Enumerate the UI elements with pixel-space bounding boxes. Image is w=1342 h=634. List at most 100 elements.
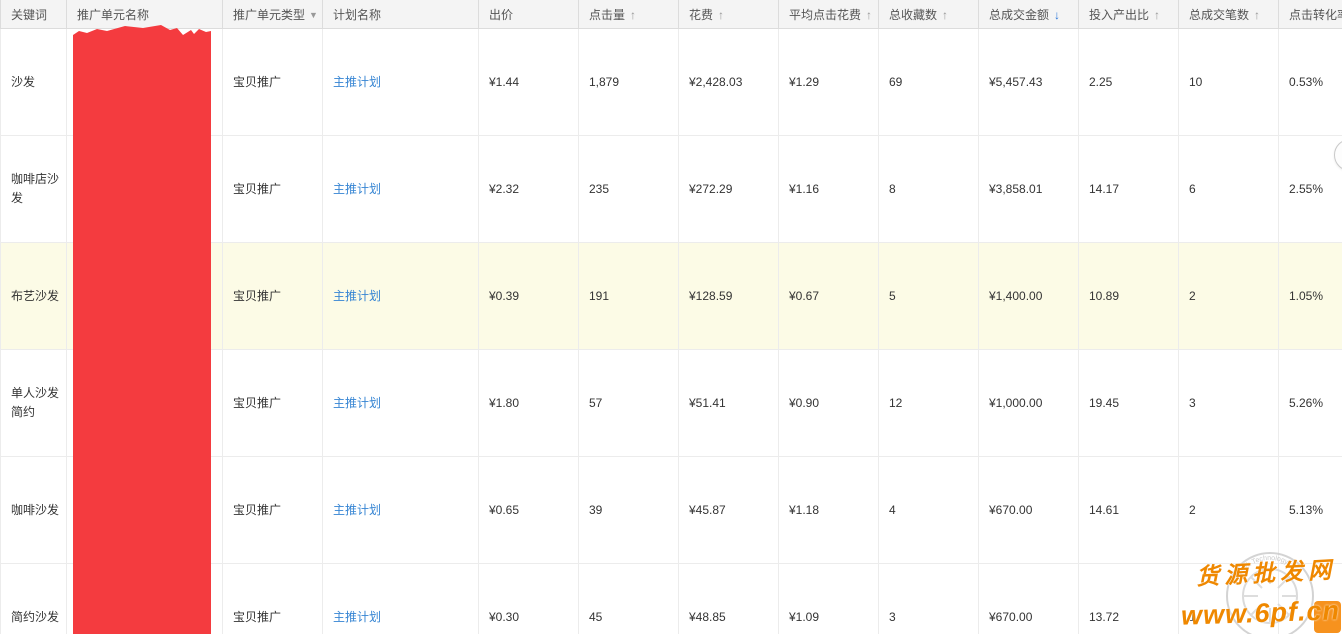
col-header-plan-name: 计划名称 bbox=[322, 0, 479, 29]
cell-cvr: 1.05% bbox=[1278, 242, 1342, 350]
col-header-gmv[interactable]: 总成交金额 ↓ bbox=[978, 0, 1079, 29]
cell-roi: 14.17 bbox=[1078, 135, 1179, 243]
col-label: 出价 bbox=[489, 7, 514, 22]
sort-asc-icon[interactable]: ↑ bbox=[866, 8, 872, 22]
cell-favorites: 12 bbox=[878, 349, 979, 457]
plan-link[interactable]: 主推计划 bbox=[333, 610, 381, 624]
col-label: 花费 bbox=[689, 7, 714, 22]
cell-roi: 19.45 bbox=[1078, 349, 1179, 457]
cell-gmv: ¥1,000.00 bbox=[978, 349, 1079, 457]
col-label: 关键词 bbox=[11, 7, 48, 22]
cell-spend: ¥51.41 bbox=[678, 349, 779, 457]
col-header-clicks[interactable]: 点击量 ↑ bbox=[578, 0, 679, 29]
cell-gmv: ¥1,400.00 bbox=[978, 242, 1079, 350]
cell-clicks: 235 bbox=[578, 135, 679, 243]
col-label: 推广单元名称 bbox=[77, 7, 150, 22]
cell-clicks: 57 bbox=[578, 349, 679, 457]
sort-asc-icon[interactable]: ↑ bbox=[1254, 8, 1260, 22]
cell-clicks: 191 bbox=[578, 242, 679, 350]
cell-clicks: 45 bbox=[578, 563, 679, 634]
cell-bid: ¥0.65 bbox=[478, 456, 579, 564]
col-label: 总收藏数 bbox=[889, 7, 938, 22]
cell-clicks: 39 bbox=[578, 456, 679, 564]
col-label: 点击转化率 bbox=[1289, 7, 1342, 22]
header-row: 关键词 推广单元名称 推广单元类型 ▼ 计划名称 出价 点击量 ↑ 花费 ↑ 平均点击… bbox=[0, 0, 1342, 29]
col-label: 推广单元类型 bbox=[233, 7, 306, 22]
cell-orders: 3 bbox=[1178, 349, 1279, 457]
col-header-orders[interactable]: 总成交笔数 ↑ bbox=[1178, 0, 1279, 29]
cell-spend: ¥2,428.03 bbox=[678, 28, 779, 136]
cell-bid: ¥0.30 bbox=[478, 563, 579, 634]
cell-bid: ¥1.80 bbox=[478, 349, 579, 457]
cell-plan-name: 主推计划 bbox=[322, 456, 479, 564]
cell-cvr: 0.53% bbox=[1278, 28, 1342, 136]
cell-avg-click-cost: ¥1.29 bbox=[778, 28, 879, 136]
cell-plan-name: 主推计划 bbox=[322, 563, 479, 634]
cell-avg-click-cost: ¥1.16 bbox=[778, 135, 879, 243]
cell-bid: ¥0.39 bbox=[478, 242, 579, 350]
col-label: 计划名称 bbox=[333, 7, 382, 22]
cell-roi: 2.25 bbox=[1078, 28, 1179, 136]
col-header-unit-name: 推广单元名称 bbox=[66, 0, 223, 29]
cell-plan-name: 主推计划 bbox=[322, 135, 479, 243]
cell-plan-name: 主推计划 bbox=[322, 349, 479, 457]
cell-plan-name: 主推计划 bbox=[322, 242, 479, 350]
cell-favorites: 8 bbox=[878, 135, 979, 243]
cell-spend: ¥128.59 bbox=[678, 242, 779, 350]
cell-unit-type: 宝贝推广 bbox=[222, 242, 323, 350]
cell-orders: 10 bbox=[1178, 28, 1279, 136]
cell-spend: ¥45.87 bbox=[678, 456, 779, 564]
col-header-cvr: 点击转化率 bbox=[1278, 0, 1342, 29]
cell-bid: ¥2.32 bbox=[478, 135, 579, 243]
cell-bid: ¥1.44 bbox=[478, 28, 579, 136]
col-header-favorites[interactable]: 总收藏数 ↑ bbox=[878, 0, 979, 29]
cell-plan-name: 主推计划 bbox=[322, 28, 479, 136]
cell-keyword: 沙发 bbox=[0, 28, 67, 136]
plan-link[interactable]: 主推计划 bbox=[333, 182, 381, 196]
sort-asc-icon[interactable]: ↑ bbox=[1154, 8, 1160, 22]
plan-link[interactable]: 主推计划 bbox=[333, 396, 381, 410]
cell-spend: ¥48.85 bbox=[678, 563, 779, 634]
cell-unit-type: 宝贝推广 bbox=[222, 135, 323, 243]
plan-link[interactable]: 主推计划 bbox=[333, 289, 381, 303]
col-label: 平均点击花费 bbox=[789, 7, 862, 22]
cell-unit-type: 宝贝推广 bbox=[222, 456, 323, 564]
cell-keyword: 简约沙发 bbox=[0, 563, 67, 634]
cell-favorites: 4 bbox=[878, 456, 979, 564]
cell-spend: ¥272.29 bbox=[678, 135, 779, 243]
cell-orders: 6 bbox=[1178, 135, 1279, 243]
col-header-roi[interactable]: 投入产出比 ↑ bbox=[1078, 0, 1179, 29]
col-header-spend[interactable]: 花费 ↑ bbox=[678, 0, 779, 29]
sort-asc-icon[interactable]: ↑ bbox=[630, 8, 636, 22]
sort-desc-active-icon[interactable]: ↓ bbox=[1054, 8, 1060, 22]
cell-gmv: ¥670.00 bbox=[978, 563, 1079, 634]
cell-favorites: 69 bbox=[878, 28, 979, 136]
col-label: 总成交金额 bbox=[989, 7, 1050, 22]
cell-cvr: 5.26% bbox=[1278, 349, 1342, 457]
keyword-report-screen: 关键词 推广单元名称 推广单元类型 ▼ 计划名称 出价 点击量 ↑ 花费 ↑ 平均点击… bbox=[0, 0, 1342, 634]
col-label: 点击量 bbox=[589, 7, 626, 22]
col-label: 投入产出比 bbox=[1089, 7, 1150, 22]
cell-keyword: 咖啡沙发 bbox=[0, 456, 67, 564]
cell-keyword: 布艺沙发 bbox=[0, 242, 67, 350]
col-header-avg-click-cost[interactable]: 平均点击花费 ↑ bbox=[778, 0, 879, 29]
sort-asc-icon[interactable]: ↑ bbox=[942, 8, 948, 22]
filter-dropdown-icon[interactable]: ▼ bbox=[309, 10, 318, 20]
col-header-unit-type[interactable]: 推广单元类型 ▼ bbox=[222, 0, 323, 29]
plan-link[interactable]: 主推计划 bbox=[333, 75, 381, 89]
cell-favorites: 3 bbox=[878, 563, 979, 634]
cell-gmv: ¥5,457.43 bbox=[978, 28, 1079, 136]
cell-roi: 10.89 bbox=[1078, 242, 1179, 350]
cell-gmv: ¥3,858.01 bbox=[978, 135, 1079, 243]
cell-avg-click-cost: ¥1.18 bbox=[778, 456, 879, 564]
cell-avg-click-cost: ¥0.90 bbox=[778, 349, 879, 457]
cell-cvr: 2.55% bbox=[1278, 135, 1342, 243]
plan-link[interactable]: 主推计划 bbox=[333, 503, 381, 517]
col-label: 总成交笔数 bbox=[1189, 7, 1250, 22]
sort-asc-icon[interactable]: ↑ bbox=[718, 8, 724, 22]
cell-orders: 2 bbox=[1178, 242, 1279, 350]
cell-unit-type: 宝贝推广 bbox=[222, 563, 323, 634]
cell-avg-click-cost: ¥1.09 bbox=[778, 563, 879, 634]
cell-gmv: ¥670.00 bbox=[978, 456, 1079, 564]
col-header-keyword: 关键词 bbox=[0, 0, 67, 29]
